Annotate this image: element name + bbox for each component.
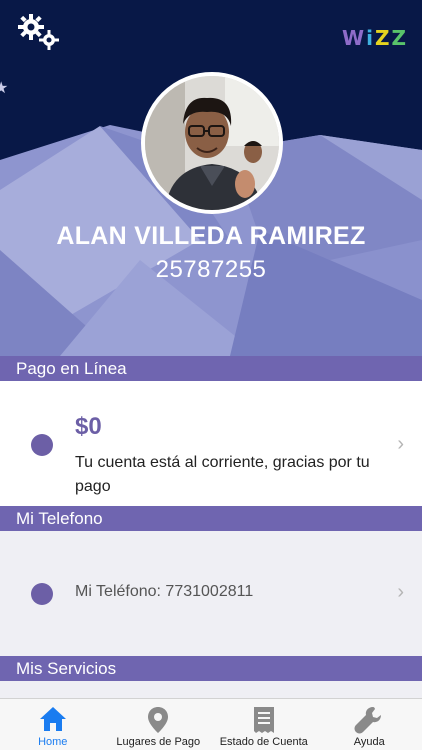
home-icon: [39, 707, 66, 731]
profile-header: ★ WiZZ ALAN VILLEDA RAMIREZ 25787255: [0, 0, 422, 356]
settings-gears-icon[interactable]: [18, 14, 60, 50]
tab-account-statement[interactable]: Estado de Cuenta: [211, 699, 317, 750]
bottom-tab-bar: Home Lugares de Pago Estado de Cuenta Ay…: [0, 698, 422, 750]
services-card: [0, 681, 422, 698]
balance-amount: $0: [75, 413, 102, 440]
section-header-phone: Mi Telefono: [0, 506, 422, 531]
chevron-right-icon: ›: [397, 581, 404, 603]
wrench-icon: [354, 707, 382, 734]
tab-label: Lugares de Pago: [116, 736, 201, 748]
section-header-payment: Pago en Línea: [0, 356, 422, 381]
payment-card[interactable]: $0 Tu cuenta está al corriente, gracias …: [0, 381, 422, 506]
avatar[interactable]: [141, 72, 283, 214]
tab-label: Ayuda: [353, 736, 385, 748]
payment-status-message: Tu cuenta está al corriente, gracias por…: [75, 454, 370, 495]
wizz-logo: WiZZ: [342, 26, 408, 50]
tab-label: Home: [38, 736, 68, 748]
account-number: 25787255: [155, 256, 267, 283]
tab-help[interactable]: Ayuda: [317, 699, 422, 750]
status-dot-icon: [31, 434, 53, 456]
receipt-icon: [253, 707, 274, 733]
phone-number-text: Mi Teléfono: 7731002811: [75, 583, 254, 600]
phone-card[interactable]: Mi Teléfono: 7731002811 ›: [0, 531, 422, 656]
chevron-right-icon: ›: [397, 433, 404, 455]
section-header-services: Mis Servicios: [0, 656, 422, 681]
user-name: ALAN VILLEDA RAMIREZ: [56, 222, 366, 250]
star-icon: ★: [0, 80, 9, 97]
location-pin-icon: [148, 707, 169, 733]
tab-home[interactable]: Home: [0, 699, 106, 750]
status-dot-icon: [31, 583, 53, 605]
tab-payment-locations[interactable]: Lugares de Pago: [106, 699, 212, 750]
tab-label: Estado de Cuenta: [219, 736, 308, 748]
